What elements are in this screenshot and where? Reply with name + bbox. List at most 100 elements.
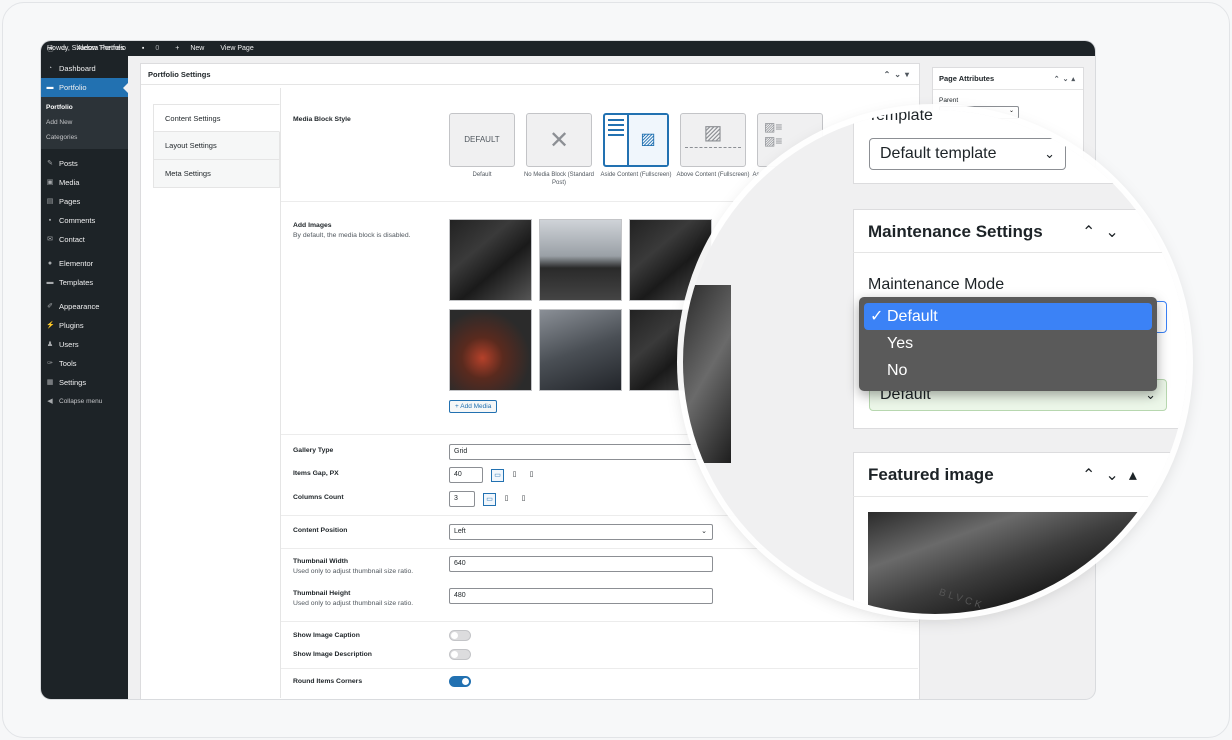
desktop-icon[interactable]: ▭ bbox=[483, 493, 496, 506]
columns-count-label: Columns Count bbox=[293, 494, 344, 501]
sidebar-item-templates[interactable]: ▬ Templates bbox=[41, 273, 128, 292]
box-controls[interactable]: ⌃⌄ bbox=[1082, 222, 1129, 242]
tab-content-settings[interactable]: Content Settings bbox=[153, 104, 280, 132]
mail-icon: ✉ bbox=[47, 235, 53, 243]
sidebar-item-portfolio[interactable]: ▬ Portfolio bbox=[41, 78, 128, 97]
panel-controls[interactable]: ⌃⌄▾ bbox=[884, 70, 913, 79]
howdy-link[interactable]: Howdy, Shadow Themes bbox=[47, 45, 124, 52]
template-select[interactable]: Default template ⌄ bbox=[869, 138, 1066, 170]
folder-icon: ▬ bbox=[46, 83, 54, 91]
gallery-image[interactable] bbox=[539, 309, 622, 391]
media-style-none[interactable]: ✕ bbox=[526, 113, 592, 167]
featured-image[interactable]: BLVCK bbox=[868, 512, 1187, 614]
items-gap-input[interactable]: 40 bbox=[449, 467, 483, 483]
admin-bar: ⓦ ⌂ Alessa Portfolio ▪ 0 + New View Page Ho… bbox=[41, 41, 1095, 56]
columns-count-input[interactable]: 3 bbox=[449, 491, 475, 507]
show-caption-label: Show Image Caption bbox=[293, 632, 360, 639]
dropdown-option-no[interactable]: No bbox=[864, 357, 1152, 384]
thumbnail-width-label: Thumbnail Width Used only to adjust thumb… bbox=[293, 558, 414, 575]
maintenance-settings-title: Maintenance Settings bbox=[868, 222, 1043, 241]
media-icon: ▣ bbox=[46, 178, 54, 186]
sidebar-item-dashboard[interactable]: ◔ Dashboard bbox=[41, 59, 128, 78]
tablet-icon[interactable]: ▯ bbox=[508, 469, 521, 482]
show-caption-toggle[interactable] bbox=[449, 630, 471, 641]
collapse-icon: ◀ bbox=[47, 397, 53, 405]
magnified-view: Template Default template ⌄ Maintenance S… bbox=[683, 110, 1187, 614]
pin-icon: ✎ bbox=[47, 159, 53, 167]
brush-icon: ✐ bbox=[47, 302, 53, 310]
template-label: Template bbox=[868, 110, 933, 124]
settings-icon: ▦ bbox=[46, 378, 54, 386]
submenu-add-new[interactable]: Add New bbox=[41, 115, 128, 130]
plus-icon: + bbox=[175, 45, 180, 52]
close-icon: ✕ bbox=[548, 127, 570, 154]
sidebar-item-comments[interactable]: ▪ Comments bbox=[41, 211, 128, 230]
mobile-icon[interactable]: ▯ bbox=[525, 469, 538, 482]
show-description-label: Show Image Description bbox=[293, 651, 372, 658]
panel-header: Portfolio Settings ⌃⌄▾ bbox=[141, 64, 919, 85]
round-corners-label: Round Items Corners bbox=[293, 678, 363, 685]
dropdown-option-yes[interactable]: Yes bbox=[864, 330, 1152, 357]
tablet-icon[interactable]: ▯ bbox=[500, 493, 513, 506]
folder-icon: ▬ bbox=[46, 278, 54, 286]
comment-icon: ▪ bbox=[48, 216, 52, 224]
content-position-select[interactable]: Left ⌄ bbox=[449, 524, 713, 540]
new-link[interactable]: + New bbox=[175, 45, 212, 52]
sidebar-item-plugins[interactable]: ⚡ Plugins bbox=[41, 316, 128, 335]
gallery-type-select[interactable]: Grid bbox=[449, 444, 713, 460]
submenu-categories[interactable]: Categories bbox=[41, 130, 128, 145]
tab-meta-settings[interactable]: Meta Settings bbox=[153, 160, 280, 188]
tab-layout-settings[interactable]: Layout Settings bbox=[153, 132, 280, 160]
desktop-icon[interactable]: ▭ bbox=[491, 469, 504, 482]
comment-icon: ▪ bbox=[141, 45, 145, 52]
page-icon: ▤ bbox=[46, 197, 54, 205]
thumbnail-height-input[interactable]: 480 bbox=[449, 588, 713, 604]
caption-no-media: No Media Block (Standard Post) bbox=[523, 172, 595, 186]
gallery-type-label: Gallery Type bbox=[293, 447, 334, 454]
maintenance-mode-dropdown: ✓ Default Yes No bbox=[859, 297, 1157, 391]
thumbnail-width-input[interactable]: 640 bbox=[449, 556, 713, 572]
gallery-image-zoom bbox=[683, 285, 731, 463]
items-gap-label: Items Gap, PX bbox=[293, 470, 339, 477]
page-attributes-header: Page Attributes ⌃⌄▴ bbox=[933, 68, 1083, 90]
comments-link[interactable]: ▪ 0 bbox=[142, 45, 167, 52]
sidebar-item-media[interactable]: ▣ Media bbox=[41, 173, 128, 192]
media-block-style-label: Media Block Style bbox=[293, 116, 351, 123]
user-icon: ♟ bbox=[46, 340, 54, 348]
gallery-image[interactable] bbox=[449, 219, 532, 301]
sidebar-item-contact[interactable]: ✉ Contact bbox=[41, 230, 128, 249]
media-style-default[interactable]: DEFAULT bbox=[449, 113, 515, 167]
submenu-portfolio[interactable]: Portfolio bbox=[41, 100, 128, 115]
featured-image-title: Featured image bbox=[868, 465, 994, 484]
sidebar-item-posts[interactable]: ✎ Posts bbox=[41, 154, 128, 173]
show-description-toggle[interactable] bbox=[449, 649, 471, 660]
round-corners-toggle[interactable] bbox=[449, 676, 471, 687]
text-lines-icon bbox=[608, 119, 624, 136]
caption-default: Default bbox=[472, 172, 492, 178]
sidebar-item-settings[interactable]: ▦ Settings bbox=[41, 373, 128, 392]
gallery-image[interactable] bbox=[539, 219, 622, 301]
admin-sidebar: ◔ Dashboard ▬ Portfolio Portfolio Add New … bbox=[41, 56, 128, 699]
sidebar-item-appearance[interactable]: ✐ Appearance bbox=[41, 297, 128, 316]
view-page-link[interactable]: View Page bbox=[220, 45, 253, 52]
sidebar-item-elementor[interactable]: ● Elementor bbox=[41, 254, 128, 273]
dashboard-icon: ◔ bbox=[47, 64, 53, 72]
wrench-icon: ✑ bbox=[47, 359, 53, 367]
sidebar-item-tools[interactable]: ✑ Tools bbox=[41, 354, 128, 373]
box-controls[interactable]: ⌃⌄▴ bbox=[1054, 75, 1078, 83]
sidebar-item-users[interactable]: ♟ Users bbox=[41, 335, 128, 354]
box-controls[interactable]: ⌃⌄▴ bbox=[1082, 465, 1147, 485]
mobile-icon[interactable]: ▯ bbox=[517, 493, 530, 506]
caption-aside: Aside Content (Fullscreen) bbox=[600, 172, 672, 178]
dropdown-option-default[interactable]: ✓ Default bbox=[864, 303, 1152, 330]
add-media-button[interactable]: + Add Media bbox=[449, 400, 498, 413]
media-style-aside[interactable]: ▨ bbox=[603, 113, 669, 167]
chevron-down-icon: ⌄ bbox=[1044, 146, 1055, 161]
collapse-menu[interactable]: ◀ Collapse menu bbox=[41, 392, 128, 411]
gallery-image[interactable] bbox=[449, 309, 532, 391]
sidebar-item-pages[interactable]: ▤ Pages bbox=[41, 192, 128, 211]
parent-label: Parent bbox=[939, 97, 959, 104]
settings-tabs: Content Settings Layout Settings Meta Se… bbox=[153, 104, 280, 188]
image-icon: ▨ bbox=[627, 115, 667, 165]
maintenance-mode-label: Maintenance Mode bbox=[868, 276, 1005, 293]
